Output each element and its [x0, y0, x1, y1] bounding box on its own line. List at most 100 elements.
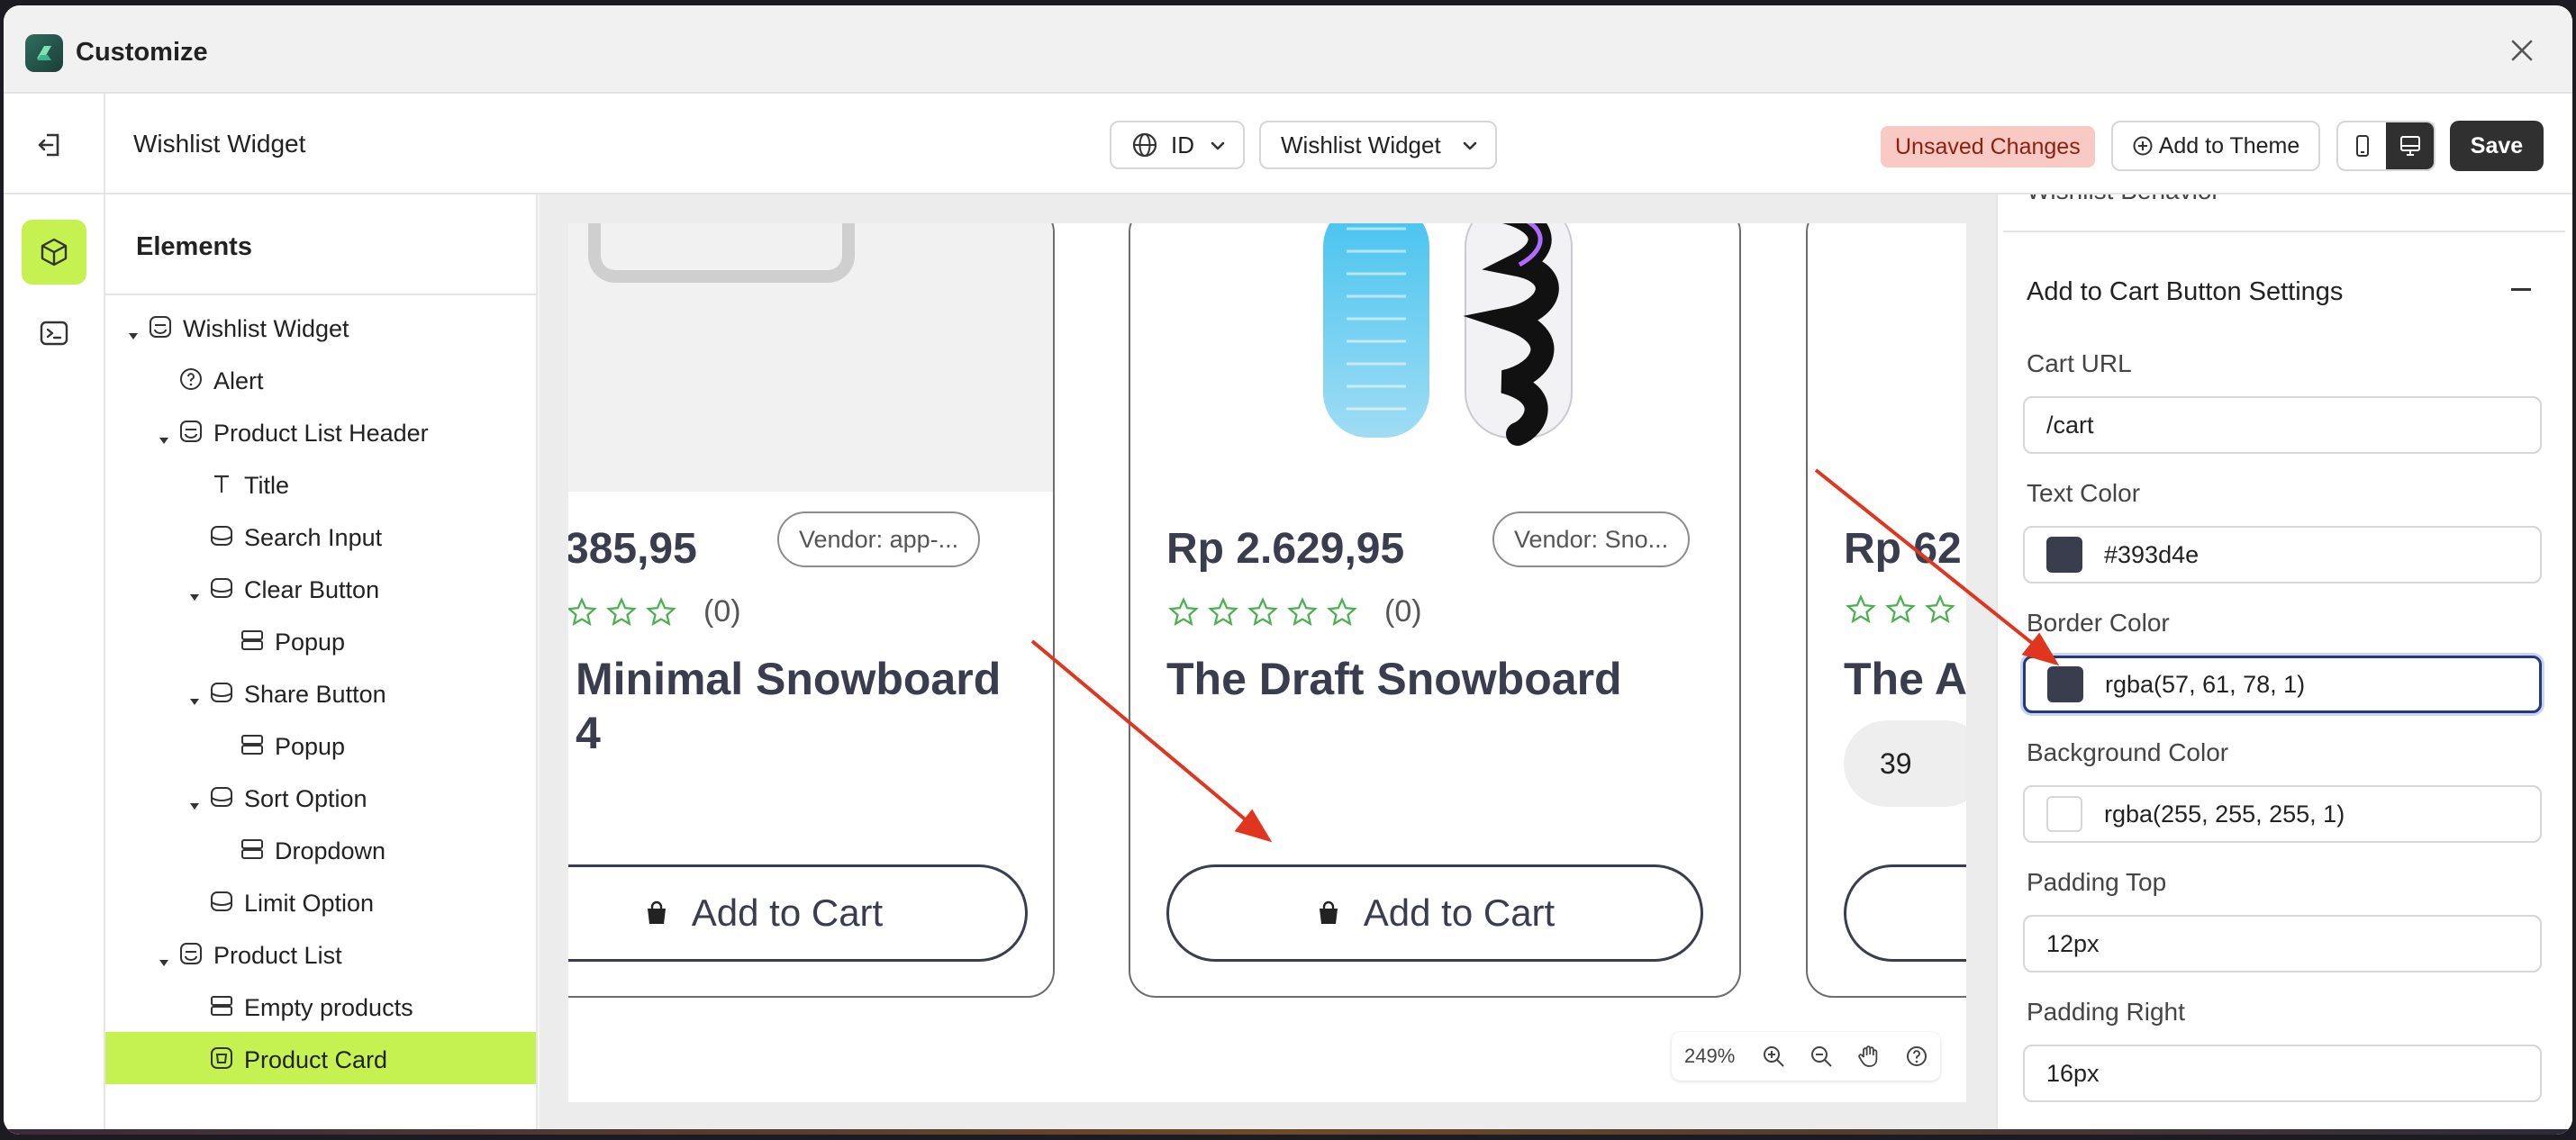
tree-item[interactable]: Alert: [105, 353, 536, 405]
product-card[interactable]: 385,95 Vendor: app-... (0) Minimal Snowb…: [568, 223, 1055, 998]
caret-down-icon[interactable]: [188, 791, 201, 810]
rating-stars: (0): [568, 594, 741, 629]
caret-down-icon[interactable]: [158, 947, 170, 966]
tree-item[interactable]: Product List: [105, 927, 536, 980]
block-icon: [208, 679, 235, 706]
close-icon[interactable]: [2508, 36, 2536, 65]
star-icon: [606, 596, 637, 626]
product-image-area: [1130, 223, 1739, 492]
padding-top-input[interactable]: 12px: [2023, 915, 2542, 973]
preview-canvas: 385,95 Vendor: app-... (0) Minimal Snowb…: [540, 195, 1996, 1135]
help-button[interactable]: [1892, 1044, 1940, 1069]
padding-right-input[interactable]: 16px: [2023, 1045, 2542, 1102]
text-color-swatch[interactable]: [2046, 537, 2082, 573]
layout-rows-icon: [208, 992, 235, 1019]
add-to-cart-button[interactable]: Add to Cart: [568, 864, 1028, 962]
vendor-badge[interactable]: Vendor: Sno...: [1492, 511, 1691, 567]
product-card[interactable]: Rp 2.629,95 Vendor: Sno... (0) The Draft…: [1129, 223, 1741, 998]
border-color-swatch[interactable]: [2047, 666, 2083, 702]
caret-down-icon[interactable]: [188, 686, 201, 705]
widget-select[interactable]: Wishlist Widget: [1259, 121, 1497, 169]
preview-frame: 385,95 Vendor: app-... (0) Minimal Snowb…: [568, 223, 1966, 1102]
product-name: Minimal Snowboard 4: [576, 652, 1001, 760]
vendor-badge[interactable]: Vendor: app-...: [777, 511, 981, 567]
caret-down-icon[interactable]: [158, 425, 170, 444]
background-color-input[interactable]: rgba(255, 255, 255, 1): [2023, 785, 2542, 843]
tree-item-label: Share Button: [244, 681, 386, 708]
product-price: Rp 2.629,95: [1166, 525, 1405, 573]
title-bar: Customize: [4, 5, 2572, 94]
tree-item[interactable]: Product Card: [105, 1032, 536, 1084]
tree-item[interactable]: Empty products: [105, 980, 536, 1032]
background-color-label: Background Color: [2027, 738, 2229, 766]
caret-down-icon[interactable]: [127, 321, 140, 339]
collapsed-section-header[interactable]: Wishlist Behavior: [2027, 195, 2220, 205]
left-rail: [4, 195, 105, 1135]
tree-item[interactable]: Product List Header: [105, 405, 536, 457]
tree-item-label: Popup: [275, 733, 346, 760]
review-count: (0): [1384, 594, 1422, 629]
product-price: 385,95: [568, 525, 697, 573]
zoom-out-button[interactable]: [1797, 1044, 1845, 1069]
tree-item[interactable]: Popup: [105, 614, 536, 666]
code-tab-button[interactable]: [22, 301, 86, 366]
quantity-field[interactable]: 39: [1844, 720, 1966, 807]
zoom-in-button[interactable]: [1749, 1044, 1797, 1069]
elements-panel-title: Elements: [136, 232, 252, 261]
tree-item[interactable]: Search Input: [105, 510, 536, 562]
globe-icon: [1132, 132, 1157, 158]
add-to-cart-button[interactable]: [1844, 864, 1966, 962]
zoom-in-icon: [1763, 1046, 1784, 1067]
text-color-label: Text Color: [2027, 479, 2141, 507]
section-icon: [177, 418, 204, 445]
language-select[interactable]: ID: [1110, 121, 1245, 169]
desktop-view-button[interactable]: [2386, 122, 2434, 169]
language-value: ID: [1171, 131, 1194, 158]
element-tree: Wishlist Widget Alert Product List Header T…: [105, 301, 536, 1084]
section-title[interactable]: Add to Cart Button Settings: [2027, 277, 2343, 307]
save-button[interactable]: Save: [2450, 121, 2544, 171]
product-name-line: The Ar: [1844, 654, 1966, 704]
collapse-icon[interactable]: [2511, 288, 2531, 291]
layout-rows-icon: [239, 836, 266, 863]
exit-icon[interactable]: [34, 130, 65, 160]
caret-down-icon[interactable]: [188, 582, 201, 601]
background-color-swatch[interactable]: [2046, 796, 2082, 832]
cart-url-input[interactable]: /cart: [2023, 396, 2542, 454]
tree-item[interactable]: Title: [105, 457, 536, 510]
tree-item[interactable]: Share Button: [105, 666, 536, 719]
add-to-theme-label: Add to Theme: [2158, 132, 2300, 158]
product-card[interactable]: Rp 62 The Ar 39: [1806, 223, 1966, 998]
panel-divider: [105, 294, 536, 295]
block-icon: [208, 522, 235, 549]
mobile-view-button[interactable]: [2338, 122, 2386, 169]
product-price: Rp 62: [1844, 525, 1962, 573]
tree-item[interactable]: Wishlist Widget: [105, 301, 536, 353]
help-circle-icon: [1906, 1046, 1927, 1066]
star-icon: [1327, 596, 1357, 626]
text-color-input[interactable]: #393d4e: [2023, 526, 2542, 584]
star-icon: [1208, 596, 1238, 626]
elements-tab-button[interactable]: [22, 220, 86, 285]
elements-panel: Elements Wishlist Widget Alert Product Lis…: [105, 195, 538, 1135]
zoom-toolbar: 249%: [1672, 1032, 1940, 1081]
tree-item[interactable]: Sort Option: [105, 771, 536, 823]
pan-button[interactable]: [1845, 1044, 1892, 1069]
padding-top-label: Padding Top: [2027, 868, 2167, 896]
header-divider: [104, 94, 105, 195]
border-color-label: Border Color: [2027, 609, 2170, 637]
add-to-cart-button[interactable]: Add to Cart: [1166, 864, 1703, 962]
star-icon: [1846, 594, 1876, 624]
padding-right-label: Padding Right: [2027, 998, 2185, 1026]
tree-item-label: Dropdown: [275, 837, 386, 864]
tree-item[interactable]: Dropdown: [105, 823, 536, 875]
mobile-icon: [2355, 135, 2369, 157]
tree-item[interactable]: Clear Button: [105, 562, 536, 614]
border-color-input[interactable]: rgba(57, 61, 78, 1): [2023, 656, 2542, 713]
placeholder-image-icon: [588, 223, 855, 283]
tree-item-label: Wishlist Widget: [183, 315, 349, 342]
tree-item[interactable]: Limit Option: [105, 875, 536, 927]
add-to-theme-button[interactable]: Add to Theme: [2111, 121, 2320, 171]
rating-stars: [1846, 594, 1964, 625]
tree-item[interactable]: Popup: [105, 719, 536, 771]
